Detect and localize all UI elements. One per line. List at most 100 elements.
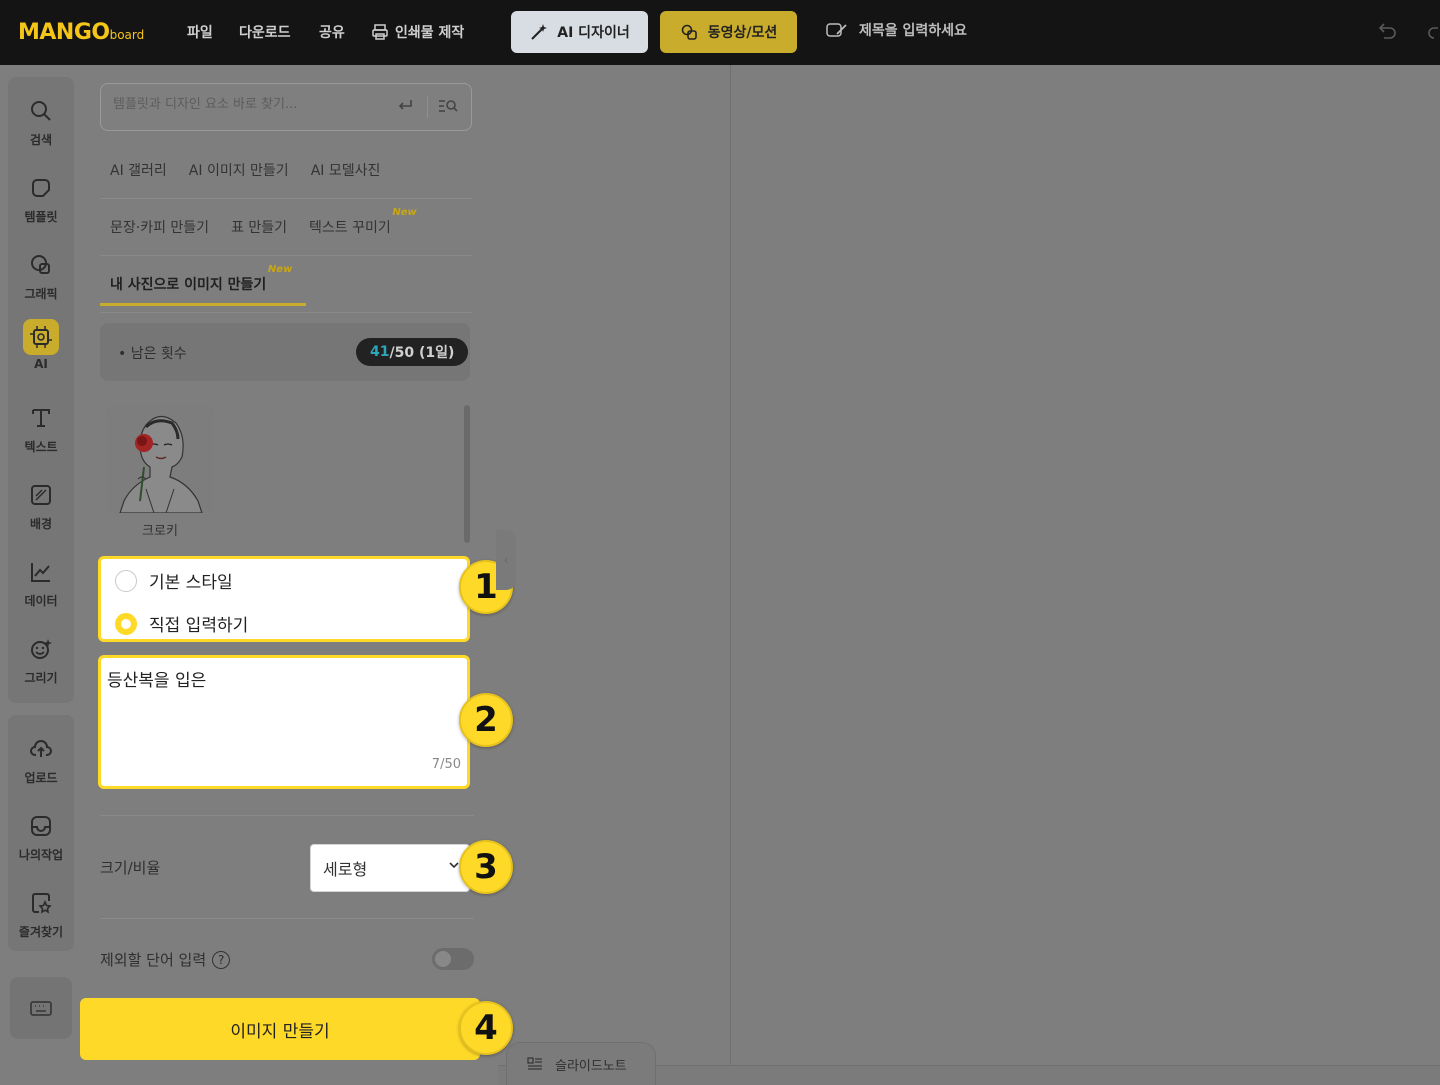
logo-sub-text: board (109, 28, 145, 42)
remaining-count-box: • 남은 횟수 41/50 (1일) (100, 323, 470, 381)
redo-icon[interactable] (1428, 20, 1440, 42)
rail-label: 업로드 (24, 771, 58, 785)
my-work-icon (23, 808, 59, 844)
tab-my-photo-label: 내 사진으로 이미지 만들기 (110, 277, 267, 293)
rail-item-my-work[interactable]: 나의작업 (8, 808, 74, 863)
favorite-icon (23, 885, 59, 921)
rail-item-template[interactable]: 템플릿 (8, 170, 74, 225)
callout-badge-4: 4 (459, 1001, 513, 1055)
menu-share[interactable]: 공유 (319, 22, 345, 42)
remaining-label-text: 남은 횟수 (130, 346, 187, 362)
divider (100, 918, 474, 919)
enter-icon[interactable] (395, 96, 415, 116)
make-image-button[interactable]: 이미지 만들기 (80, 998, 480, 1060)
filter-search-icon[interactable] (437, 96, 459, 116)
tab-ai-gallery[interactable]: AI 갤러리 (110, 160, 167, 180)
callout-badge-2: 2 (459, 693, 513, 747)
prompt-textarea[interactable]: 등산복을 입은 (107, 666, 457, 756)
radio-basic[interactable] (115, 569, 137, 592)
rail-item-text[interactable]: 텍스트 (8, 400, 74, 455)
undo-icon[interactable] (1376, 20, 1398, 42)
tab-my-photo-image[interactable]: 내 사진으로 이미지 만들기 New (110, 264, 292, 294)
size-ratio-select[interactable]: 세로형 (310, 844, 470, 892)
menu-file[interactable]: 파일 (187, 22, 213, 42)
new-badge: New (267, 264, 293, 275)
graphic-icon (23, 247, 59, 283)
panel-collapse-handle[interactable]: ‹ (496, 530, 516, 590)
help-icon[interactable]: ? (212, 950, 231, 969)
rail-item-graphic[interactable]: 그래픽 (8, 247, 74, 302)
title-placeholder: 제목을 입력하세요 (859, 23, 967, 39)
logo-main-text: MANGO (18, 20, 110, 45)
rail-item-upload[interactable]: 업로드 (8, 731, 74, 786)
ai-designer-label: AI 디자이너 (557, 25, 630, 41)
exclude-words-text: 제외할 단어 입력 (100, 951, 207, 969)
style-option-custom-label: 직접 입력하기 (149, 616, 249, 636)
search-input[interactable] (113, 97, 383, 112)
style-option-custom[interactable]: 직접 입력하기 (115, 611, 248, 636)
tab-copywriting[interactable]: 문장·카피 만들기 (110, 217, 209, 237)
document-title-input[interactable]: 제목을 입력하세요 (825, 20, 967, 40)
size-ratio-label: 크기/비율 (100, 859, 161, 877)
exclude-words-toggle[interactable] (432, 948, 474, 970)
text-icon (23, 400, 59, 436)
rail-label: 나의작업 (18, 848, 64, 862)
edit-title-icon (826, 23, 847, 37)
exclude-words-label: 제외할 단어 입력 ? (100, 949, 231, 970)
remaining-label: • 남은 횟수 (118, 346, 187, 362)
rail-label: 텍스트 (24, 440, 58, 454)
style-option-basic[interactable]: 기본 스타일 (115, 568, 233, 593)
motion-icon (681, 24, 697, 40)
tab-row-2: 문장·카피 만들기 표 만들기 텍스트 꾸미기 New (100, 199, 472, 256)
remaining-count-pill: 41/50 (1일) (356, 338, 469, 366)
ai-chip-icon (23, 319, 59, 355)
tab-ai-image-make[interactable]: AI 이미지 만들기 (189, 160, 289, 180)
rail-item-draw[interactable]: 그리기 (8, 631, 74, 686)
menu-print-label: 인쇄물 제작 (395, 25, 465, 41)
rail-label: 그리기 (24, 671, 58, 685)
style-option-group: 기본 스타일 직접 입력하기 (98, 556, 470, 642)
search-icon (23, 93, 59, 129)
ai-designer-button[interactable]: AI 디자이너 (511, 11, 648, 53)
style-option-basic-label: 기본 스타일 (149, 573, 233, 593)
rail-item-ai[interactable]: AI (8, 319, 74, 371)
video-motion-button[interactable]: 동영상/모션 (660, 11, 797, 53)
rail-item-background[interactable]: 배경 (8, 477, 74, 532)
size-ratio-value: 세로형 (323, 860, 368, 879)
left-rail-main: 검색 템플릿 그래픽 AI 텍스트 배경 데이터 그리기 (8, 77, 74, 703)
tab-row-1: AI 갤러리 AI 이미지 만들기 AI 모델사진 (100, 142, 472, 199)
ai-panel: AI 갤러리 AI 이미지 만들기 AI 모델사진 문장·카피 만들기 표 만들… (80, 65, 498, 1085)
rail-item-favorite[interactable]: 즐겨찾기 (8, 885, 74, 940)
keyboard-shortcut-button[interactable] (10, 977, 72, 1039)
tab-ai-model-photo[interactable]: AI 모델사진 (311, 160, 381, 180)
tab-table-make[interactable]: 표 만들기 (231, 217, 287, 237)
search-separator (427, 96, 428, 118)
divider (100, 815, 474, 816)
chart-icon (23, 554, 59, 590)
menu-download[interactable]: 다운로드 (239, 22, 291, 42)
toggle-knob (435, 951, 451, 967)
rail-label: 검색 (29, 133, 53, 147)
callout-badge-3: 3 (459, 840, 513, 894)
menu-print[interactable]: 인쇄물 제작 (371, 22, 464, 42)
mango-board-logo[interactable]: MANGOboard (18, 20, 144, 45)
slide-note-label: 슬라이드노트 (555, 1058, 627, 1074)
rail-label: 템플릿 (24, 210, 58, 224)
printer-icon (372, 24, 388, 40)
remaining-total: /50 (1일) (389, 345, 455, 361)
croquis-portrait-image (106, 405, 214, 513)
chevron-down-icon (449, 862, 459, 869)
keyboard-icon (30, 1001, 52, 1016)
radio-custom[interactable] (115, 612, 137, 635)
rail-item-data[interactable]: 데이터 (8, 554, 74, 609)
rail-item-search[interactable]: 검색 (8, 93, 74, 148)
remaining-used: 41 (370, 344, 390, 360)
tab-text-decorate[interactable]: 텍스트 꾸미기 New (309, 207, 417, 237)
background-icon (23, 477, 59, 513)
style-thumbnail-croquis[interactable] (106, 405, 214, 513)
canvas-divider (730, 65, 731, 1065)
new-badge: New (392, 207, 417, 218)
slide-note-tab[interactable]: 슬라이드노트 (506, 1042, 656, 1085)
prompt-char-count: 7/50 (431, 757, 461, 772)
style-list-scrollbar[interactable] (464, 405, 470, 543)
